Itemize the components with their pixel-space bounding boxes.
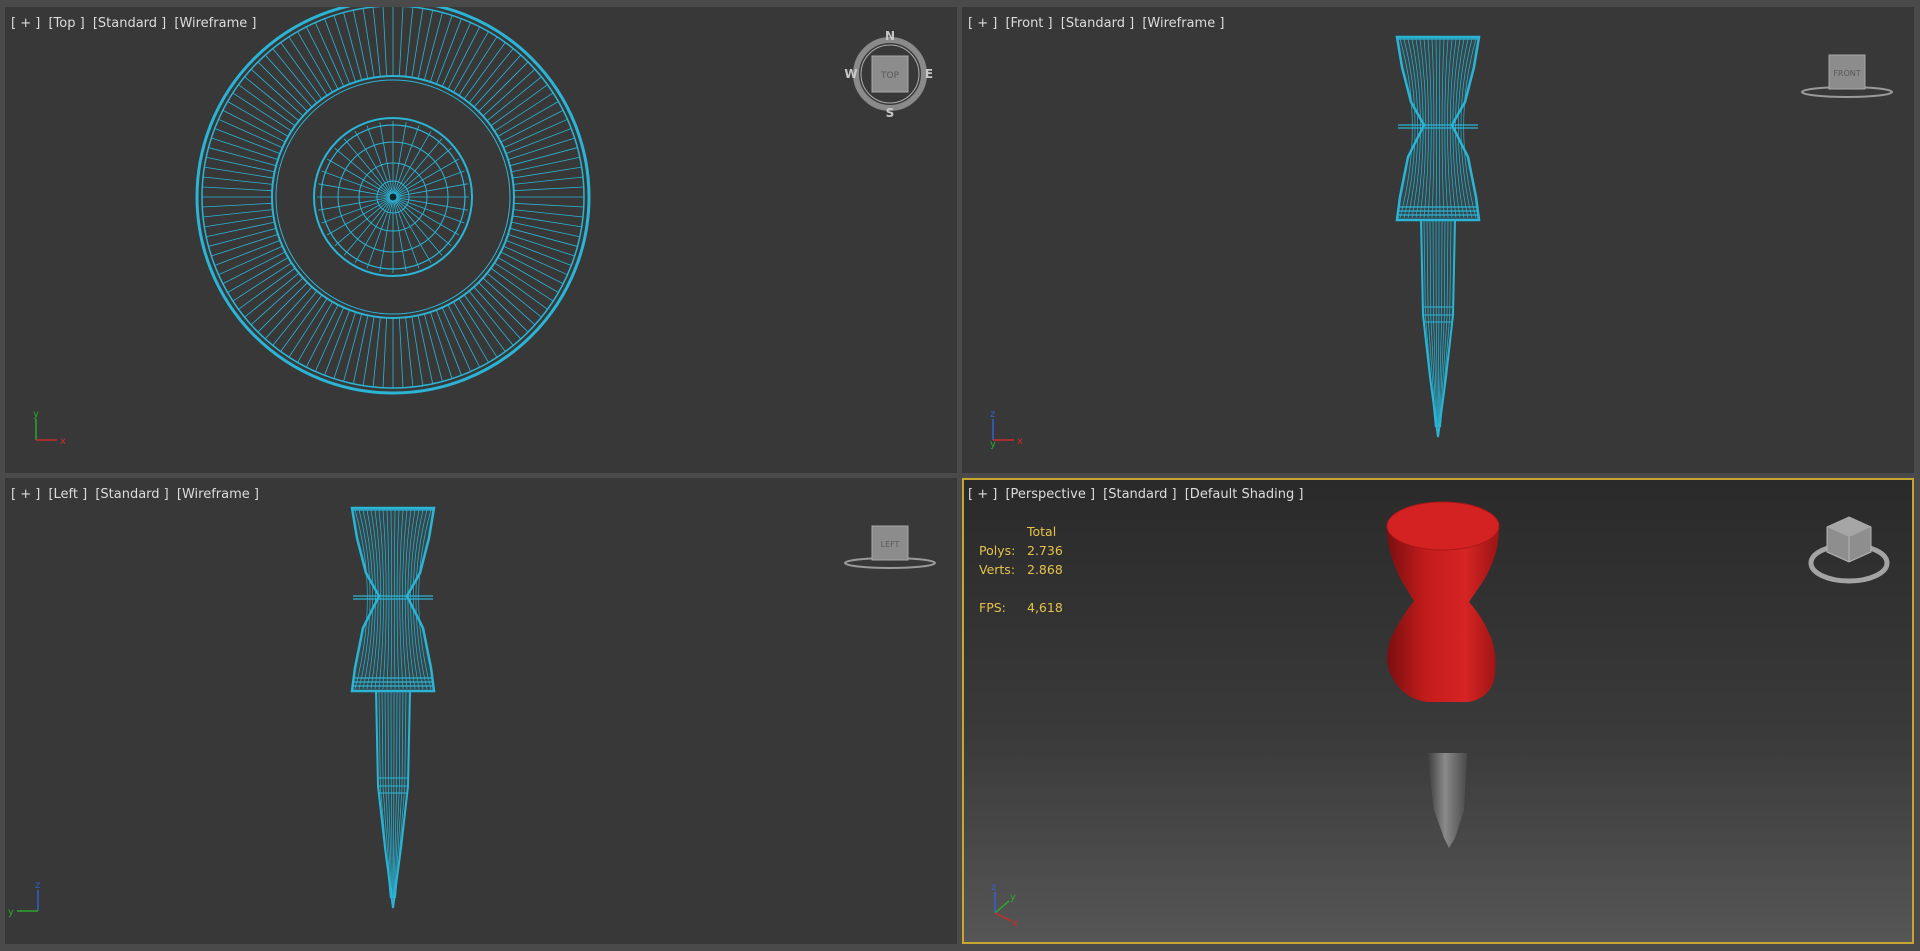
axis-y-label: y bbox=[33, 409, 39, 420]
pushpin-left-wireframe bbox=[350, 506, 436, 909]
viewcube-face-label: TOP bbox=[880, 71, 900, 81]
perspective-canvas: z y x bbox=[991, 501, 1890, 929]
axis-y-label: y bbox=[8, 907, 14, 918]
viewcube-face-label: FRONT bbox=[1833, 69, 1860, 78]
compass-north-label: N bbox=[885, 29, 895, 43]
axis-x-label: x bbox=[60, 436, 66, 447]
viewport-left[interactable]: [ + ] [Left ] [Standard ] [Wireframe ] L… bbox=[5, 478, 957, 944]
pushpin-top-wireframe bbox=[195, 7, 591, 395]
compass-south-label: S bbox=[886, 106, 895, 120]
axis-y-label: y bbox=[990, 439, 996, 450]
axis-tripod-icon: z y bbox=[8, 880, 40, 918]
viewcube-left[interactable]: LEFT bbox=[844, 525, 936, 569]
viewcube-face-label: LEFT bbox=[881, 540, 900, 549]
axis-z-label: z bbox=[991, 882, 996, 893]
pushpin-front-wireframe bbox=[1395, 35, 1481, 438]
axis-y-label: y bbox=[1010, 892, 1016, 903]
viewport-top[interactable]: [ + ] [Top ] [Standard ] [Wireframe ] TO… bbox=[5, 7, 957, 473]
pushpin-needle bbox=[1427, 753, 1467, 848]
viewport-front[interactable]: [ + ] [Front ] [Standard ] [Wireframe ] … bbox=[962, 7, 1914, 473]
axis-tripod-icon: z x y bbox=[990, 409, 1023, 450]
axis-tripod-icon: z y x bbox=[991, 882, 1018, 929]
viewport-perspective[interactable]: [ + ] [Perspective ] [Standard ] [Defaul… bbox=[962, 478, 1914, 944]
viewcube-top[interactable]: TOP N S E W bbox=[844, 29, 933, 120]
top-view-canvas: TOP N S E W y x bbox=[33, 7, 933, 447]
axis-x-label: x bbox=[1017, 436, 1023, 447]
pushpin-head bbox=[1386, 526, 1500, 702]
compass-west-label: W bbox=[844, 67, 857, 81]
left-view-canvas: LEFT z y bbox=[8, 506, 936, 918]
viewcube-perspective[interactable] bbox=[1808, 516, 1890, 584]
axis-x-label: x bbox=[1012, 918, 1018, 929]
axis-z-label: z bbox=[990, 409, 995, 420]
axis-tripod-icon: y x bbox=[33, 409, 66, 447]
pushpin-3d-model[interactable] bbox=[1386, 501, 1500, 848]
compass-east-label: E bbox=[925, 67, 933, 81]
viewcube-front[interactable]: FRONT bbox=[1801, 54, 1893, 98]
axis-z-label: z bbox=[35, 880, 40, 891]
viewport-layout: [ + ] [Top ] [Standard ] [Wireframe ] TO… bbox=[0, 0, 1920, 951]
front-view-canvas: FRONT z x y bbox=[990, 35, 1893, 450]
